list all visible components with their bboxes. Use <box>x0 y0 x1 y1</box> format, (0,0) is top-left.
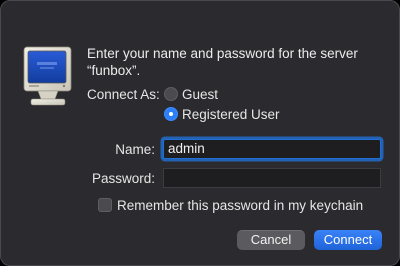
cancel-button[interactable]: Cancel <box>237 230 305 250</box>
password-label: Password: <box>91 171 155 186</box>
name-field[interactable]: admin <box>163 139 381 159</box>
radio-selected-dot <box>169 112 173 116</box>
dialog-prompt: Enter your name and password for the ser… <box>87 46 358 78</box>
remember-keychain-label[interactable]: Remember this password in my keychain <box>117 197 363 214</box>
connect-button[interactable]: Connect <box>314 230 382 250</box>
guest-radio[interactable] <box>164 87 178 101</box>
name-label: Name: <box>115 142 155 157</box>
guest-radio-label[interactable]: Guest <box>182 86 218 103</box>
registered-user-radio-label[interactable]: Registered User <box>182 106 280 123</box>
registered-user-radio[interactable] <box>164 107 178 121</box>
password-field[interactable] <box>163 168 381 188</box>
connect-to-server-dialog: Enter your name and password for the ser… <box>0 0 400 266</box>
crt-monitor-icon <box>23 45 73 109</box>
remember-keychain-checkbox[interactable] <box>98 198 112 212</box>
connect-as-label: Connect As: <box>87 87 160 102</box>
